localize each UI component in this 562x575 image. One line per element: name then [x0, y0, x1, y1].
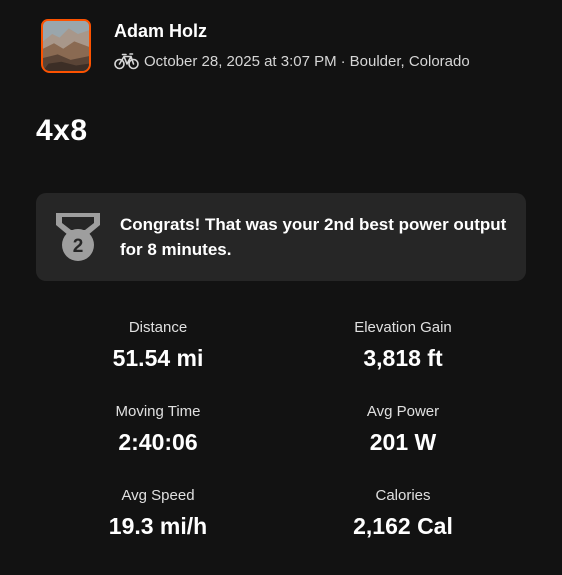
stat-value: 2:40:06 — [118, 429, 198, 455]
stat-avg-power: Avg Power 201 W — [293, 402, 513, 456]
stat-label: Avg Speed — [121, 487, 195, 504]
stat-value: 2,162 Cal — [353, 513, 453, 539]
stat-label: Calories — [375, 487, 431, 504]
stat-elevation-gain: Elevation Gain 3,818 ft — [293, 318, 513, 372]
stat-value: 3,818 ft — [363, 345, 443, 371]
stat-avg-speed: Avg Speed 19.3 mi/h — [48, 486, 268, 540]
stat-moving-time: Moving Time 2:40:06 — [48, 402, 268, 456]
stat-value: 201 W — [369, 429, 437, 455]
avatar-photo — [43, 21, 89, 71]
activity-header: Adam Holz October 28, 2025 at 3:07 PM · … — [41, 19, 541, 79]
achievement-card[interactable]: 2 Congrats! That was your 2nd best power… — [36, 193, 526, 281]
achievement-message: Congrats! That was your 2nd best power o… — [120, 215, 507, 259]
avatar[interactable] — [41, 19, 91, 73]
medal-icon: 2 — [56, 213, 100, 261]
stat-label: Avg Power — [366, 403, 440, 420]
stat-value: 19.3 mi/h — [108, 513, 208, 539]
activity-title: 4x8 — [36, 114, 88, 147]
stat-label: Distance — [128, 319, 188, 336]
stat-label: Moving Time — [115, 403, 201, 420]
stat-calories: Calories 2,162 Cal — [293, 486, 513, 540]
stat-value: 51.54 mi — [112, 345, 204, 371]
meta-separator: · — [340, 52, 346, 70]
stat-label: Elevation Gain — [354, 319, 452, 336]
medal-rank: 2 — [73, 236, 84, 257]
activity-location: Boulder, Colorado — [349, 52, 470, 70]
activity-meta: October 28, 2025 at 3:07 PM · Boulder, C… — [114, 51, 470, 71]
bike-icon — [114, 53, 139, 70]
activity-datetime: October 28, 2025 at 3:07 PM — [144, 52, 337, 70]
stat-distance: Distance 51.54 mi — [48, 318, 268, 372]
athlete-name[interactable]: Adam Holz — [114, 21, 207, 42]
